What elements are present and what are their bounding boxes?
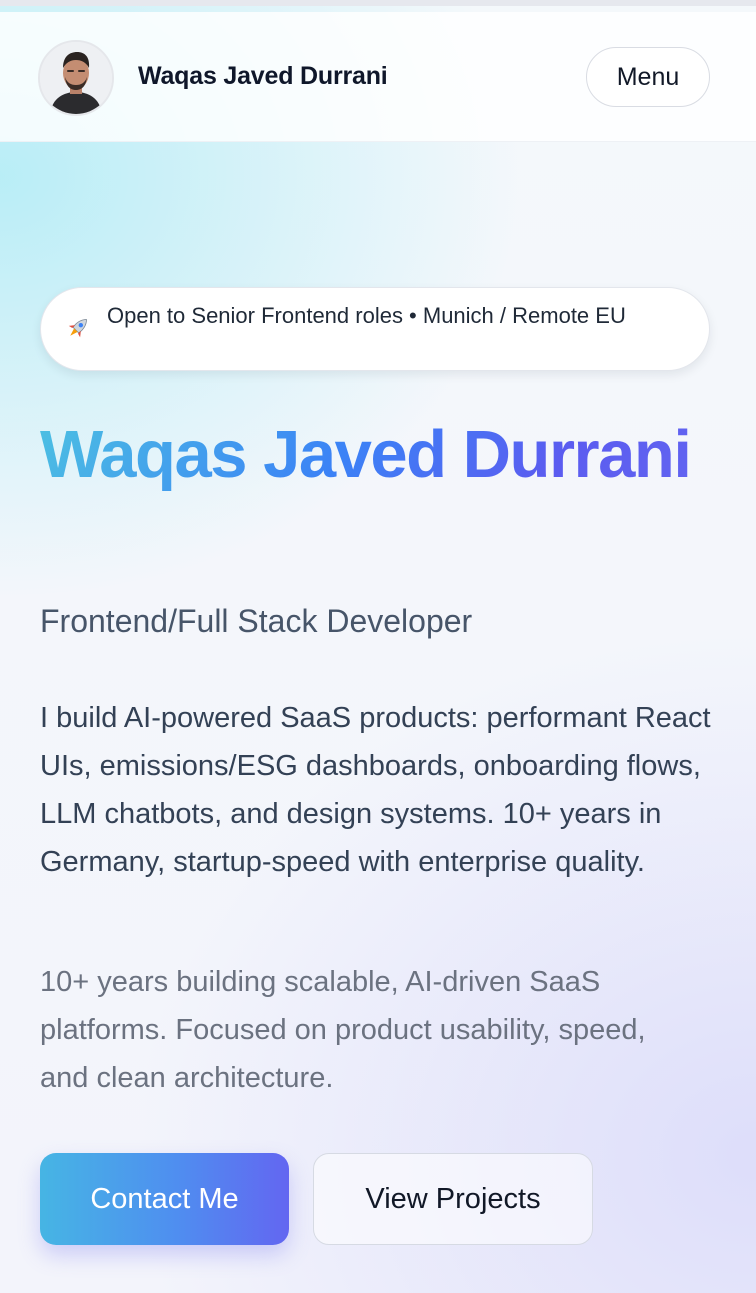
brand-name[interactable]: Waqas Javed Durrani: [138, 62, 388, 91]
availability-badge: Open to Senior Frontend roles • Munich /…: [40, 287, 710, 371]
hero-title: Waqas Javed Durrani: [40, 416, 720, 494]
view-projects-button[interactable]: View Projects: [313, 1153, 593, 1245]
hero-description: I build AI-powered SaaS products: perfor…: [40, 702, 711, 878]
menu-button[interactable]: Menu: [586, 47, 710, 107]
contact-me-button[interactable]: Contact Me: [40, 1153, 289, 1245]
site-header: Waqas Javed Durrani Menu: [0, 12, 756, 142]
hero-subtext: 10+ years building scalable, AI-driven S…: [40, 966, 646, 1094]
rocket-icon: [64, 314, 92, 342]
hero-role: Frontend/Full Stack Developer: [40, 603, 473, 639]
avatar[interactable]: [38, 40, 114, 116]
avatar-photo: [40, 42, 112, 114]
page: Waqas Javed Durrani Menu Open to Senior …: [0, 0, 756, 1293]
availability-text: Open to Senior Frontend roles • Munich /…: [107, 303, 626, 328]
